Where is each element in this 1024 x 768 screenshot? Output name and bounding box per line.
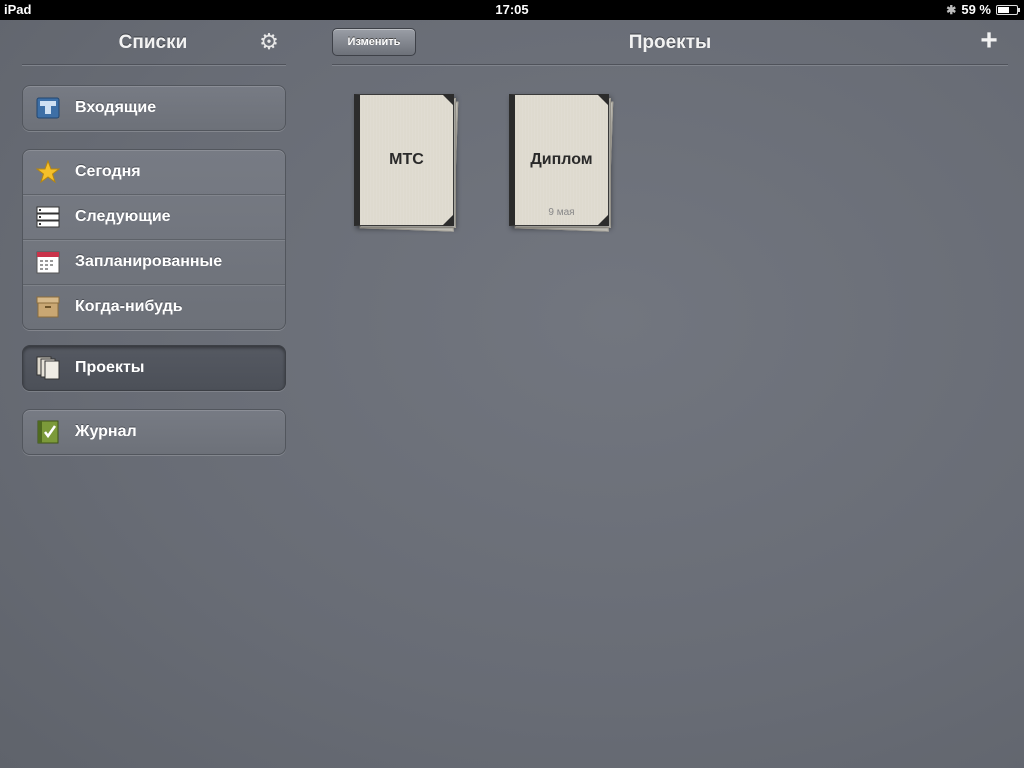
divider [22,64,286,65]
corner-decoration [442,94,454,106]
sidebar-item-label: Журнал [75,423,137,440]
sidebar-item-label: Проекты [75,359,145,376]
corner-decoration [597,94,609,106]
project-title: МТС [389,151,424,168]
sidebar-item-scheduled[interactable]: Запланированные [23,239,285,284]
sidebar-item-label: Входящие [75,99,157,116]
sidebar-item-logbook[interactable]: Журнал [23,410,285,454]
sidebar-item-projects[interactable]: Проекты [23,346,285,390]
sidebar-item-inbox[interactable]: Входящие [23,86,285,130]
sidebar-group-inbox: Входящие [22,85,286,131]
gear-icon[interactable]: ⚙ [257,30,281,54]
sidebar-item-label: Следующие [75,208,171,225]
sidebar-item-someday[interactable]: Когда-нибудь [23,284,285,329]
star-icon [35,159,61,185]
sidebar-item-next[interactable]: Следующие [23,194,285,239]
battery-percent: 59 % [961,2,991,17]
app-window: Списки ⚙ Изменить Проекты + Входящие Сег… [0,20,1024,768]
sidebar-group-projects: Проекты [22,345,286,391]
divider [332,64,1008,65]
corner-decoration [442,214,454,226]
sidebar-item-today[interactable]: Сегодня [23,150,285,194]
clock: 17:05 [495,2,529,17]
sidebar-item-label: Запланированные [75,253,223,270]
edit-button[interactable]: Изменить [332,28,416,56]
page-title: Проекты [628,32,712,53]
archive-box-icon [35,294,61,320]
project-date: 9 мая [548,207,575,218]
inbox-icon [35,95,61,121]
card-cover: Диплом 9 мая [509,94,609,226]
card-cover: МТС [354,94,454,226]
bluetooth-icon: ✱ [946,2,957,17]
sidebar-group-logbook: Журнал [22,409,286,455]
next-list-icon [35,204,61,230]
projects-icon [35,355,61,381]
project-title: Диплом [530,151,593,168]
sidebar-group-focus: Сегодня Следующие Запланированные Когда-… [22,149,286,330]
status-bar: iPad 17:05 ✱ 59 % [0,0,1024,20]
project-card[interactable]: Диплом 9 мая [509,94,614,232]
add-project-button[interactable]: + [976,26,1002,56]
calendar-icon [35,249,61,275]
sidebar-item-label: Сегодня [75,163,141,180]
logbook-icon [35,419,61,445]
project-card[interactable]: МТС [354,94,459,232]
battery-icon [996,4,1020,15]
sidebar-item-label: Когда-нибудь [75,298,183,315]
